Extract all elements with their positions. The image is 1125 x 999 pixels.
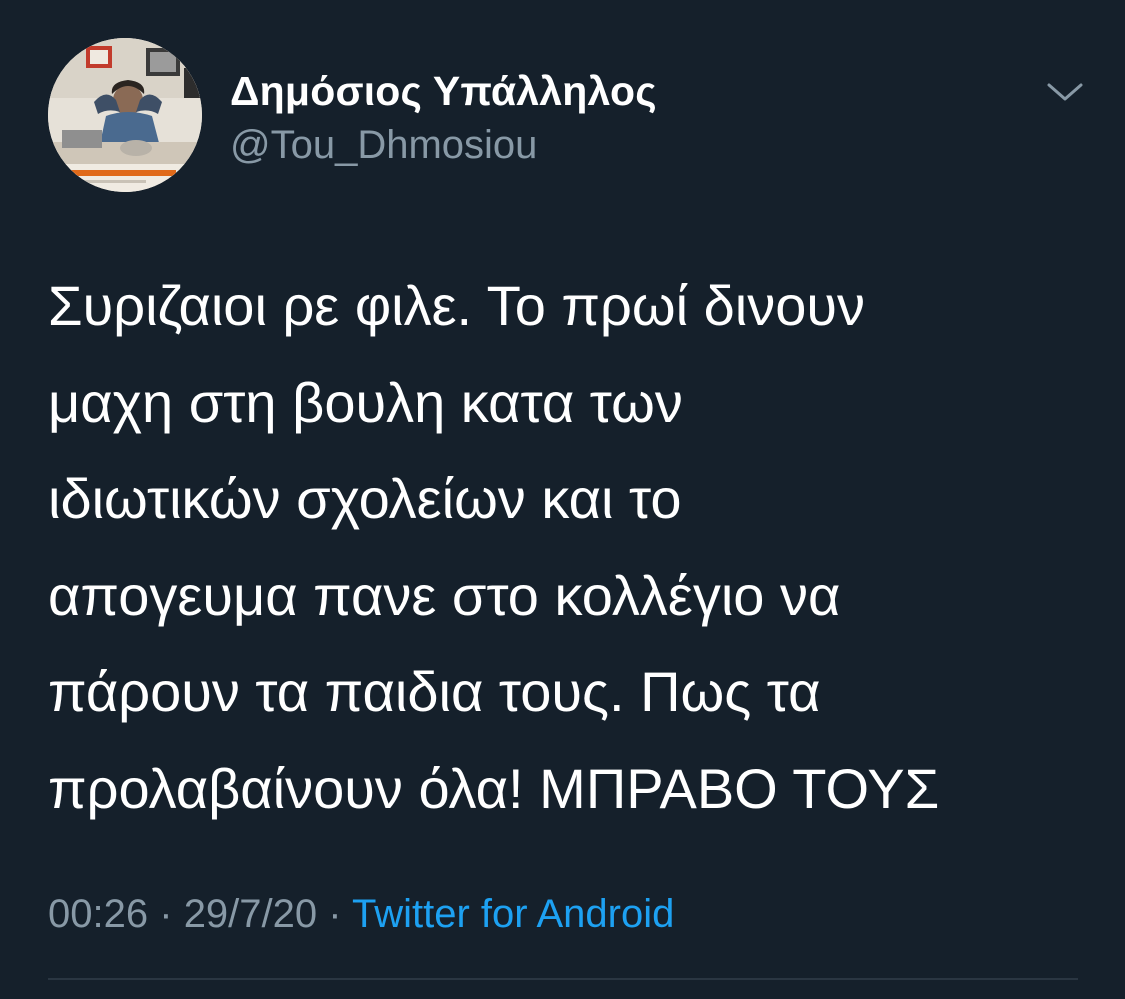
tweet-time[interactable]: 00:26 [48, 892, 148, 936]
tweet-source-link[interactable]: Twitter for Android [352, 892, 674, 936]
user-handle[interactable]: @Tou_Dhmosiou [230, 123, 537, 168]
profile-photo-icon [48, 38, 202, 192]
more-options-button[interactable] [1040, 74, 1090, 110]
divider [48, 978, 1078, 980]
avatar[interactable] [48, 38, 202, 192]
tweet-text: Συριζαιοι ρε φιλε. Το πρωί δινουν μαχη σ… [48, 274, 940, 820]
display-name[interactable]: Δημόσιος Υπάλληλος [230, 68, 657, 115]
tweet-date[interactable]: 29/7/20 [184, 892, 317, 936]
tweet-header: Δημόσιος Υπάλληλος @Tou_Dhmosiou [48, 38, 1088, 194]
tweet-meta: 00:26 · 29/7/20 · Twitter for Android [48, 892, 674, 937]
meta-separator: · [328, 892, 342, 936]
chevron-down-icon [1047, 83, 1083, 101]
meta-separator: · [159, 892, 173, 936]
tweet-card: Δημόσιος Υπάλληλος @Tou_Dhmosiou Συριζαι… [0, 0, 1125, 999]
